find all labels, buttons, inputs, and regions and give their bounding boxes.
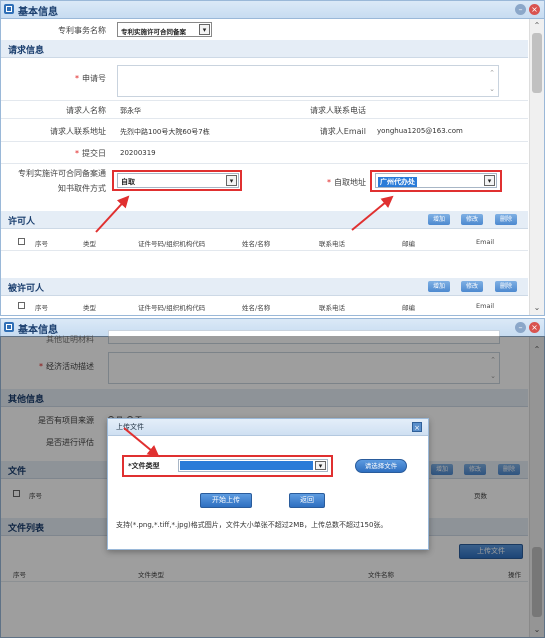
arrow-to-notice-select [95,195,130,233]
annotation-arrows [95,195,394,458]
arrow-to-pickup-select [351,195,394,231]
arrow-to-file-type [123,427,160,458]
